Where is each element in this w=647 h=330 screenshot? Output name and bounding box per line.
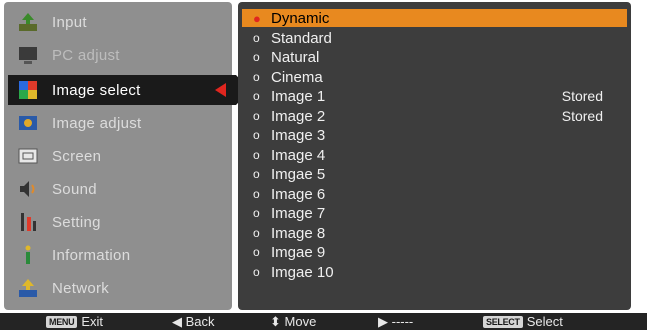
list-item-label: Dynamic — [271, 9, 330, 27]
sound-icon — [16, 177, 40, 201]
screen-icon — [16, 144, 40, 168]
menu-label: PC adjust — [52, 46, 120, 64]
menu-label: Screen — [52, 147, 102, 165]
menu-key-icon: MENU — [46, 315, 78, 328]
stored-status: Stored — [561, 108, 603, 124]
menu-item-setting[interactable]: Setting — [8, 207, 228, 237]
next-hint: ▶ ----- — [378, 313, 413, 330]
list-item-natural[interactable]: o Natural — [242, 48, 627, 66]
list-item-image-5[interactable]: o Imgae 5 — [242, 165, 627, 183]
bullet-icon: o — [253, 226, 260, 240]
exit-hint: MENU Exit — [46, 313, 103, 330]
menu-item-image-adjust[interactable]: Image adjust — [8, 108, 228, 138]
select-label: Select — [526, 314, 563, 329]
bullet-icon: o — [253, 187, 260, 201]
selected-dot-icon: ● — [253, 10, 261, 26]
move-label: ⬍ Move — [270, 313, 317, 329]
menu-label: Information — [52, 246, 131, 264]
next-label: ▶ ----- — [378, 313, 414, 329]
setting-icon — [16, 210, 40, 234]
bullet-icon: o — [253, 70, 260, 84]
bullet-icon: o — [253, 245, 260, 259]
list-item-image-2[interactable]: o Image 2 Stored — [242, 107, 627, 125]
list-item-label: Image 8 — [271, 224, 326, 242]
bullet-icon: o — [253, 128, 260, 142]
main-menu: Input PC adjust Image select Image adjus… — [4, 2, 250, 310]
back-hint: ◀ Back — [172, 313, 215, 330]
image-mode-list: ● Dynamic o Standard o Natural o Cinema … — [238, 2, 631, 310]
list-item-image-8[interactable]: o Image 8 — [242, 224, 627, 242]
exit-label: Exit — [81, 314, 103, 329]
list-item-standard[interactable]: o Standard — [242, 29, 627, 47]
list-item-cinema[interactable]: o Cinema — [242, 68, 627, 86]
select-key-icon: SELECT — [483, 315, 523, 328]
bullet-icon: o — [253, 50, 260, 64]
list-item-dynamic[interactable]: ● Dynamic — [242, 9, 627, 27]
bullet-icon: o — [253, 265, 260, 279]
menu-item-screen[interactable]: Screen — [8, 141, 228, 171]
list-item-label: Image 6 — [271, 185, 326, 203]
monitor-icon — [16, 43, 40, 67]
menu-item-image-select[interactable]: Image select — [8, 75, 250, 105]
list-item-image-7[interactable]: o Image 7 — [242, 204, 627, 222]
menu-item-input[interactable]: Input — [8, 7, 228, 37]
list-item-image-9[interactable]: o Imgae 9 — [242, 243, 627, 261]
menu-label: Image adjust — [52, 114, 142, 132]
image-select-icon — [16, 78, 40, 102]
list-item-label: Imgae 5 — [271, 165, 326, 183]
list-item-label: Image 4 — [271, 146, 326, 164]
bullet-icon: o — [253, 89, 260, 103]
list-item-label: Imgae 10 — [271, 263, 334, 281]
list-item-label: Cinema — [271, 68, 323, 86]
menu-label: Network — [52, 279, 110, 297]
list-item-label: Image 3 — [271, 126, 326, 144]
list-item-image-10[interactable]: o Imgae 10 — [242, 263, 627, 281]
bullet-icon: o — [253, 167, 260, 181]
bullet-icon: o — [253, 206, 260, 220]
bullet-icon: o — [253, 148, 260, 162]
menu-item-network[interactable]: Network — [8, 273, 228, 303]
menu-item-sound[interactable]: Sound — [8, 174, 228, 204]
stored-status: Stored — [561, 88, 603, 104]
select-hint: SELECT Select — [483, 313, 563, 330]
menu-label: Input — [52, 13, 87, 31]
list-item-image-1[interactable]: o Image 1 Stored — [242, 87, 627, 105]
move-hint: ⬍ Move — [270, 313, 316, 330]
menu-label: Image select — [52, 81, 141, 99]
input-icon — [16, 10, 40, 34]
menu-label: Setting — [52, 213, 101, 231]
list-item-label: Natural — [271, 48, 320, 66]
network-icon — [16, 276, 40, 300]
list-item-image-6[interactable]: o Image 6 — [242, 185, 627, 203]
menu-item-pc-adjust[interactable]: PC adjust — [8, 40, 228, 70]
bullet-icon: o — [253, 31, 260, 45]
menu-item-information[interactable]: Information — [8, 240, 228, 270]
selection-arrow-icon — [215, 83, 226, 97]
list-item-label: Standard — [271, 29, 332, 47]
list-item-label: Image 7 — [271, 204, 326, 222]
image-adjust-icon — [16, 111, 40, 135]
list-item-label: Imgae 9 — [271, 243, 326, 261]
help-bar: MENU Exit ◀ Back ⬍ Move ▶ ----- SELECT S… — [0, 313, 647, 330]
bullet-icon: o — [253, 109, 260, 123]
menu-label: Sound — [52, 180, 97, 198]
information-icon — [16, 243, 40, 267]
list-item-image-3[interactable]: o Image 3 — [242, 126, 627, 144]
list-item-image-4[interactable]: o Image 4 — [242, 146, 627, 164]
back-label: ◀ Back — [172, 313, 215, 329]
